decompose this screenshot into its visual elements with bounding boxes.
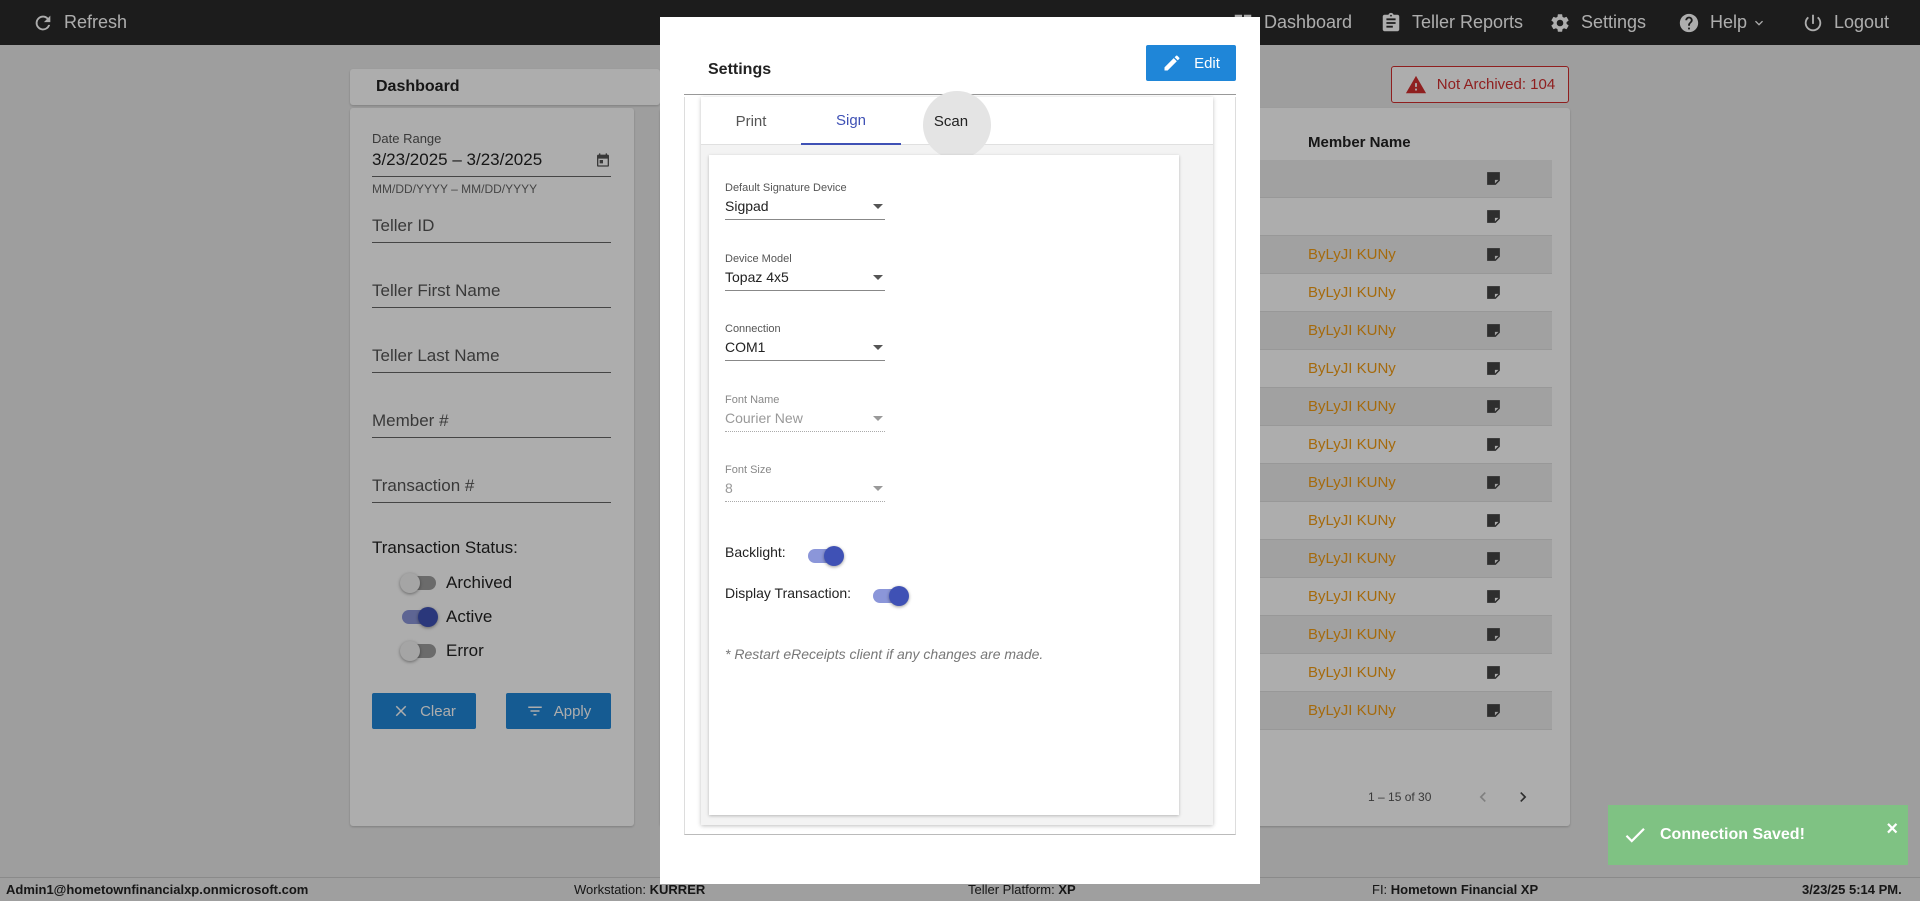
toast-message: Connection Saved! <box>1660 826 1805 843</box>
tab-scan[interactable]: Scan <box>901 91 1001 159</box>
backlight-label: Backlight: <box>725 544 786 560</box>
device-model-select[interactable]: Device Model Topaz 4x5 <box>725 253 885 291</box>
toast-close-button[interactable]: × <box>1886 819 1898 839</box>
tab-sign[interactable]: Sign <box>801 97 901 145</box>
font-name-label: Font Name <box>725 394 780 406</box>
sign-settings-panel: Default Signature Device Sigpad Device M… <box>709 155 1179 815</box>
connection-label: Connection <box>725 323 781 335</box>
dropdown-arrow-icon <box>873 274 883 280</box>
device-model-label: Device Model <box>725 253 792 265</box>
connection-value: COM1 <box>725 339 766 355</box>
checkmark-icon <box>1625 828 1645 843</box>
settings-dialog-header: Settings Edit <box>684 45 1236 95</box>
default-signature-device-value: Sigpad <box>725 198 769 214</box>
dropdown-arrow-icon <box>873 485 883 491</box>
font-name-value: Courier New <box>725 410 803 426</box>
display-transaction-switch[interactable] <box>873 586 910 606</box>
default-signature-device-label: Default Signature Device <box>725 182 847 194</box>
tab-bar: Print Sign Scan <box>701 91 1213 159</box>
display-transaction-toggle-row: Display Transaction: <box>725 583 910 606</box>
connection-select[interactable]: Connection COM1 <box>725 323 885 361</box>
backlight-switch[interactable] <box>807 546 844 566</box>
tab-print[interactable]: Print <box>701 97 801 145</box>
font-size-label: Font Size <box>725 464 772 476</box>
restart-note: * Restart eReceipts client if any change… <box>725 646 1044 662</box>
dropdown-arrow-icon <box>873 344 883 350</box>
dropdown-arrow-icon <box>873 415 883 421</box>
display-transaction-label: Display Transaction: <box>725 585 852 601</box>
backlight-toggle-row: Backlight: <box>725 541 844 566</box>
edit-button[interactable]: Edit <box>1146 45 1236 81</box>
settings-tabs: Print Sign Scan Default Signature Device… <box>701 91 1213 825</box>
edit-label: Edit <box>1194 54 1220 72</box>
font-name-select: Font Name Courier New <box>725 394 885 432</box>
dropdown-arrow-icon <box>873 203 883 209</box>
default-signature-device-select[interactable]: Default Signature Device Sigpad <box>725 182 885 220</box>
device-model-value: Topaz 4x5 <box>725 269 789 285</box>
settings-dialog-title: Settings <box>708 61 772 78</box>
font-size-value: 8 <box>725 480 733 496</box>
connection-saved-toast: Connection Saved! × <box>1608 805 1908 865</box>
pencil-icon <box>1164 55 1180 71</box>
font-size-select: Font Size 8 <box>725 464 885 502</box>
settings-dialog-body: Print Sign Scan Default Signature Device… <box>684 91 1236 835</box>
settings-dialog: Settings Edit Print Sign Scan Default Si… <box>660 17 1260 884</box>
